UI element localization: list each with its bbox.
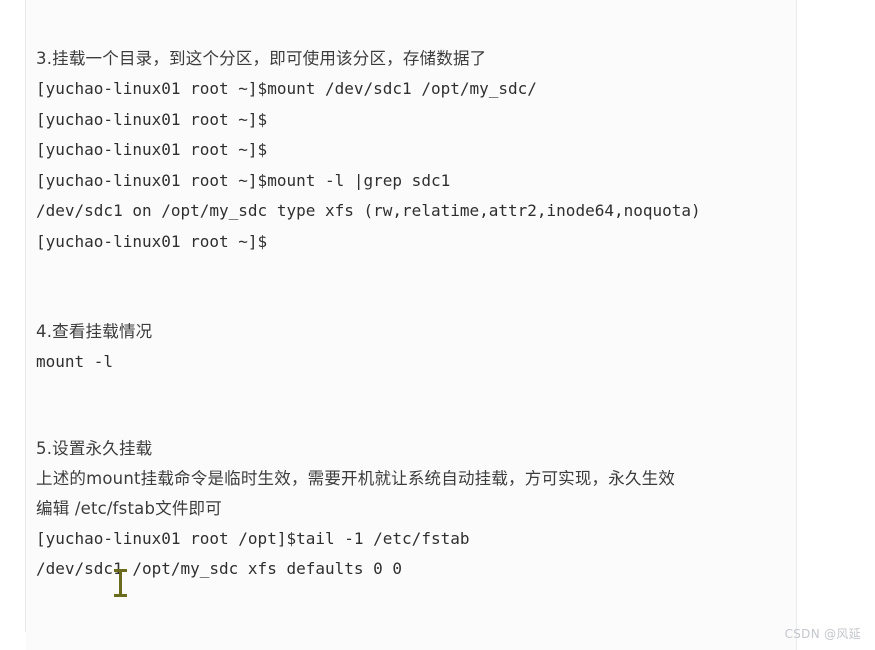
section-4-command-line-1: mount -l	[36, 352, 114, 371]
section-5: 5.设置永久挂载 上述的mount挂载命令是临时生效，需要开机就让系统自动挂载，…	[36, 434, 788, 585]
section-3-terminal-line-1: [yuchao-linux01 root ~]$mount /dev/sdc1 …	[36, 79, 537, 98]
document-page: 3.挂载一个目录，到这个分区，即可使用该分区，存储数据了 [yuchao-lin…	[0, 0, 875, 650]
section-5-heading: 5.设置永久挂载	[36, 438, 153, 458]
document-body: 3.挂载一个目录，到这个分区，即可使用该分区，存储数据了 [yuchao-lin…	[36, 44, 788, 585]
section-3-terminal-line-5: /dev/sdc1 on /opt/my_sdc type xfs (rw,re…	[36, 201, 701, 220]
csdn-watermark: CSDN @风延	[784, 627, 861, 641]
page-right-rule	[796, 0, 797, 650]
section-5-paragraph: 上述的mount挂载命令是临时生效，需要开机就让系统自动挂载，方可实现，永久生效…	[36, 468, 676, 518]
section-gap-3-4	[36, 257, 788, 317]
section-3-terminal-line-2: [yuchao-linux01 root ~]$	[36, 109, 268, 129]
section-3-terminal-line-4: [yuchao-linux01 root ~]$mount -l |grep s…	[36, 170, 451, 190]
section-3-terminal-line-6: [yuchao-linux01 root ~]$	[36, 231, 268, 251]
section-3: 3.挂载一个目录，到这个分区，即可使用该分区，存储数据了 [yuchao-lin…	[36, 44, 788, 257]
section-5-terminal-line-1: [yuchao-linux01 root /opt]$tail -1 /etc/…	[36, 528, 470, 548]
section-gap-4-5	[36, 378, 788, 434]
section-4: 4.查看挂载情况 mount -l	[36, 317, 788, 378]
section-3-heading: 3.挂载一个目录，到这个分区，即可使用该分区，存储数据了	[36, 49, 487, 68]
section-4-heading: 4.查看挂载情况	[36, 322, 153, 341]
section-3-terminal-line-3: [yuchao-linux01 root ~]$	[36, 140, 268, 159]
section-5-terminal-line-2: /dev/sdc1 /opt/my_sdc xfs defaults 0 0	[36, 559, 403, 578]
document-content-column: 3.挂载一个目录，到这个分区，即可使用该分区，存储数据了 [yuchao-lin…	[26, 0, 796, 650]
